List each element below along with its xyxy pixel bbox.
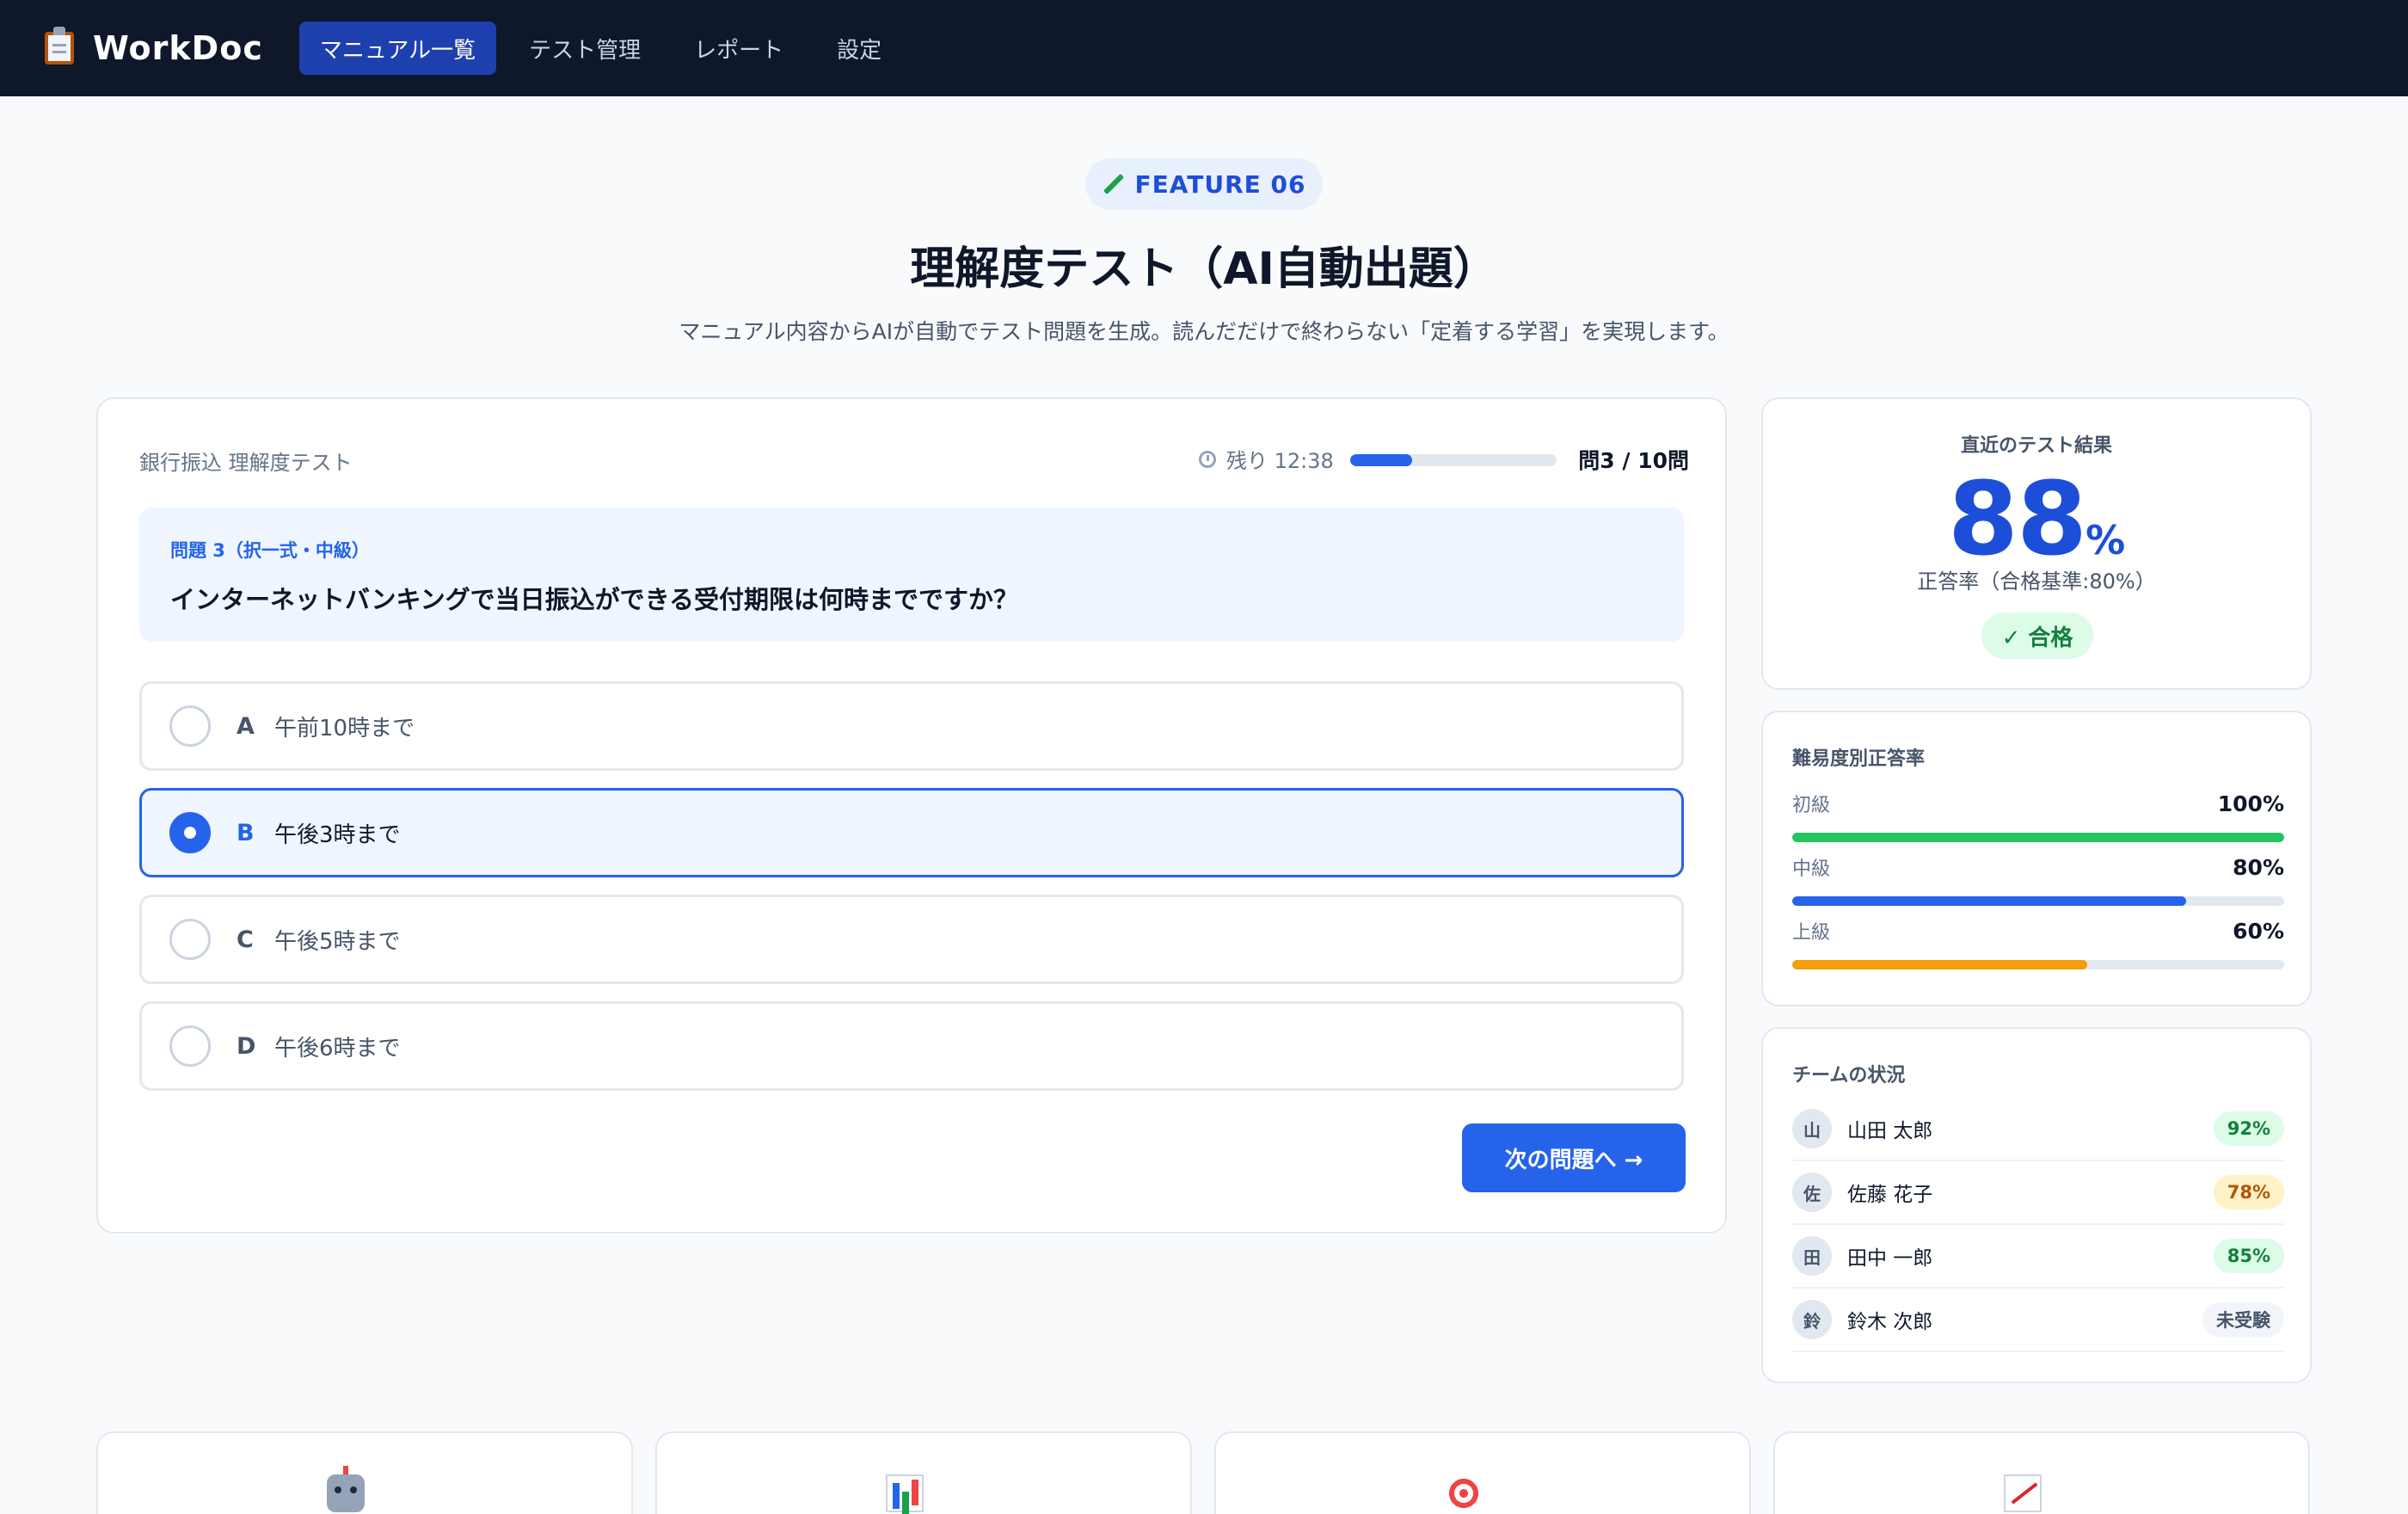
avatar: 佐 xyxy=(1792,1172,1832,1212)
avatar: 鈴 xyxy=(1792,1300,1832,1339)
difficulty-row-advanced: 上級 60% xyxy=(1792,917,2284,969)
option-letter: C xyxy=(236,926,254,953)
option-b[interactable]: B 午後3時まで xyxy=(139,788,1684,877)
option-letter: D xyxy=(236,1032,256,1060)
option-letter: A xyxy=(236,712,255,740)
team-member-row[interactable]: 山 山田 太郎 92% xyxy=(1792,1098,2284,1161)
timer-text: 残り 12:38 xyxy=(1226,449,1334,473)
quiz-card: 銀行振込 理解度テスト 残り 12:38 問3 / 10問 問題 3（択一式・中… xyxy=(96,397,1727,1234)
member-score-badge: 78% xyxy=(2213,1175,2284,1209)
score-value: 88 xyxy=(1947,459,2087,578)
difficulty-bar xyxy=(1792,833,2284,842)
page-subtitle: マニュアル内容からAIが自動でテスト問題を生成。読んだだけで終わらない「定着する… xyxy=(679,319,1729,344)
difficulty-bar xyxy=(1792,960,2284,969)
radio-button[interactable] xyxy=(169,919,211,960)
score-note: 正答率（合格基準:80%） xyxy=(1917,569,2156,594)
quiz-progress-bar xyxy=(1350,454,1557,466)
feature-badge: FEATURE 06 xyxy=(1085,158,1323,210)
top-nav: WorkDoc マニュアル一覧 テスト管理 レポート 設定 xyxy=(0,0,2408,96)
member-score-badge: 未受験 xyxy=(2202,1302,2284,1337)
member-name: 佐藤 花子 xyxy=(1847,1184,1933,1206)
score: 88% xyxy=(1763,459,2310,578)
robot-icon xyxy=(327,1466,365,1512)
team-member-row[interactable]: 佐 佐藤 花子 78% xyxy=(1792,1161,2284,1225)
difficulty-bar-fill xyxy=(1792,960,2088,969)
difficulty-row-intermediate: 中級 80% xyxy=(1792,853,2284,906)
radio-button[interactable] xyxy=(169,812,211,853)
avatar: 山 xyxy=(1792,1109,1832,1148)
difficulty-row-beginner: 初級 100% xyxy=(1792,790,2284,842)
option-c[interactable]: C 午後5時まで xyxy=(139,895,1684,984)
difficulty-bar-fill xyxy=(1792,833,2284,842)
team-member-row[interactable]: 田 田中 一郎 85% xyxy=(1792,1225,2284,1289)
question-count: 問3 / 10問 xyxy=(1578,448,1689,473)
feature-tile-growth xyxy=(1773,1431,2310,1514)
test-name: 銀行振込 理解度テスト xyxy=(139,451,353,475)
option-letter: B xyxy=(236,819,255,846)
question-text: インターネットバンキングで当日振込ができる受付期限は何時までですか？ xyxy=(170,585,1019,614)
team-status-card: チームの状況 山 山田 太郎 92% 佐 佐藤 花子 78% 田 田中 一郎 8… xyxy=(1761,1027,2312,1383)
brand-name: WorkDoc xyxy=(93,29,263,67)
stopwatch-icon xyxy=(1199,450,1216,468)
difficulty-label: 上級 xyxy=(1792,922,1831,944)
feature-badge-label: FEATURE 06 xyxy=(1134,169,1306,199)
difficulty-value: 100% xyxy=(2217,791,2284,816)
line-chart-icon xyxy=(2004,1474,2042,1512)
radio-button[interactable] xyxy=(169,1025,211,1067)
option-text: 午後5時まで xyxy=(274,928,401,955)
difficulty-heading: 難易度別正答率 xyxy=(1792,748,1926,770)
avatar: 田 xyxy=(1792,1236,1832,1276)
page-title: 理解度テスト（AI自動出題） xyxy=(910,243,1498,295)
timer: 残り 12:38 xyxy=(1199,444,1334,474)
option-text: 午前10時まで xyxy=(274,715,415,742)
pass-status-badge: ✓ 合格 xyxy=(1981,612,2093,659)
team-member-row[interactable]: 鈴 鈴木 次郎 未受験 xyxy=(1792,1289,2284,1352)
feature-tile-target xyxy=(1214,1431,1751,1514)
nav-item-reports[interactable]: レポート xyxy=(673,22,804,75)
difficulty-label: 初級 xyxy=(1792,795,1831,816)
option-a[interactable]: A 午前10時まで xyxy=(139,681,1684,771)
next-question-button[interactable]: 次の問題へ → xyxy=(1462,1123,1686,1192)
nav-item-manuals[interactable]: マニュアル一覧 xyxy=(298,22,497,75)
difficulty-card: 難易度別正答率 初級 100% 中級 80% 上級 60% xyxy=(1761,711,2312,1006)
difficulty-value: 60% xyxy=(2233,919,2284,944)
member-score-badge: 85% xyxy=(2213,1239,2284,1273)
quiz-progress-fill xyxy=(1350,454,1412,466)
clipboard-icon xyxy=(45,27,74,65)
member-name: 鈴木 次郎 xyxy=(1847,1311,1933,1333)
score-unit: % xyxy=(2086,517,2126,563)
result-heading: 直近のテスト結果 xyxy=(1960,435,2112,457)
member-name: 山田 太郎 xyxy=(1847,1120,1933,1142)
member-name: 田中 一郎 xyxy=(1847,1247,1933,1270)
nav-item-settings[interactable]: 設定 xyxy=(816,22,902,75)
question-label: 問題 3（択一式・中級） xyxy=(170,540,370,561)
target-icon xyxy=(1445,1474,1483,1512)
radio-button[interactable] xyxy=(169,705,211,747)
difficulty-value: 80% xyxy=(2233,855,2284,880)
bar-chart-icon xyxy=(886,1474,924,1512)
pencil-icon xyxy=(1103,174,1123,194)
member-score-badge: 92% xyxy=(2213,1111,2284,1146)
brand[interactable]: WorkDoc xyxy=(45,27,263,67)
feature-tile-ai xyxy=(96,1431,633,1514)
option-text: 午後6時まで xyxy=(274,1035,401,1062)
option-d[interactable]: D 午後6時まで xyxy=(139,1001,1684,1091)
recent-result-card: 直近のテスト結果 88% 正答率（合格基準:80%） ✓ 合格 xyxy=(1761,397,2312,690)
difficulty-bar-fill xyxy=(1792,896,2186,906)
feature-tile-analytics xyxy=(655,1431,1192,1514)
option-text: 午後3時まで xyxy=(274,822,401,848)
question-box: 問題 3（択一式・中級） インターネットバンキングで当日振込ができる受付期限は何… xyxy=(139,508,1684,642)
difficulty-bar xyxy=(1792,896,2284,906)
difficulty-label: 中級 xyxy=(1792,859,1831,880)
nav-item-tests[interactable]: テスト管理 xyxy=(508,22,661,75)
team-heading: チームの状況 xyxy=(1792,1065,1906,1086)
